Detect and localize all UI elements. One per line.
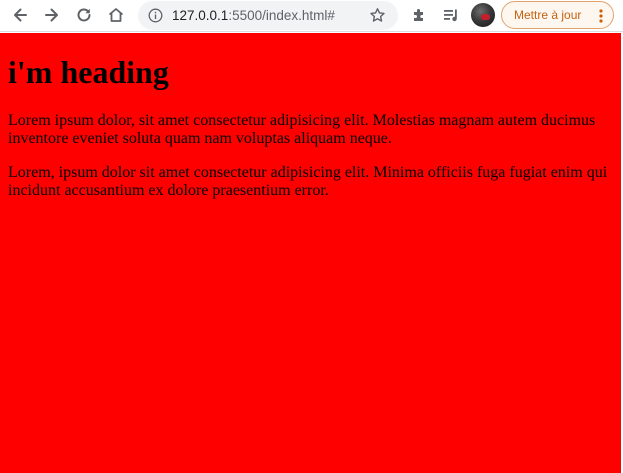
home-icon [108, 8, 124, 22]
star-icon[interactable] [369, 7, 386, 24]
forward-button[interactable] [39, 2, 65, 28]
page-content: i'm heading Lorem ipsum dolor, sit amet … [0, 33, 621, 473]
address-bar[interactable]: 127.0.0.1:5500/index.html# [138, 1, 398, 30]
paragraph-2: Lorem, ipsum dolor sit amet consectetur … [8, 164, 608, 199]
extensions-button[interactable] [406, 2, 432, 28]
url-path: :5500/index.html# [228, 8, 335, 23]
arrow-left-icon [14, 8, 27, 22]
update-button-label: Mettre à jour [514, 8, 582, 22]
page-heading: i'm heading [8, 54, 169, 90]
reload-icon [77, 8, 91, 22]
paragraph-1: Lorem ipsum dolor, sit amet consectetur … [8, 112, 596, 147]
address-url[interactable]: 127.0.0.1:5500/index.html# [172, 7, 335, 24]
kebab-menu-icon[interactable] [599, 9, 603, 23]
update-button[interactable]: Mettre à jour [501, 1, 614, 29]
reload-button[interactable] [71, 2, 97, 28]
avatar[interactable] [471, 3, 495, 27]
browser-window: 127.0.0.1:5500/index.html# Mettre à jour [0, 0, 623, 473]
back-button[interactable] [7, 2, 33, 28]
puzzle-icon [414, 9, 423, 21]
arrow-right-icon [45, 8, 58, 22]
browser-toolbar: 127.0.0.1:5500/index.html# Mettre à jour [0, 0, 623, 32]
playlist-icon [444, 9, 457, 22]
url-host: 127.0.0.1 [172, 8, 229, 23]
media-control-button[interactable] [438, 2, 464, 28]
home-button[interactable] [103, 2, 129, 28]
info-icon[interactable] [148, 8, 163, 23]
